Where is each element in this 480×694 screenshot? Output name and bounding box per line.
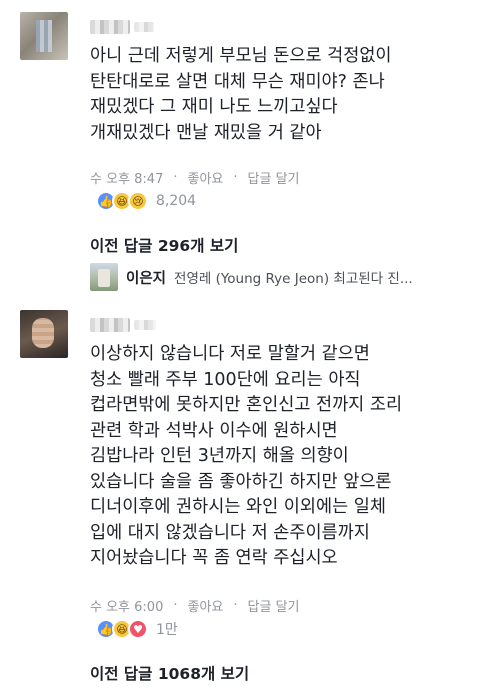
reaction-count: 1만 — [156, 622, 178, 638]
comment-line: 청소 빨래 주부 100단에 요리는 아직 — [90, 369, 361, 390]
comment-line: 김밥나라 인턴 3년까지 해올 의향이 — [90, 446, 349, 466]
separator: · — [173, 598, 178, 613]
comment-line: 있습니다 술을 좀 좋아하긴 하지만 앞으론 — [90, 471, 392, 492]
comment-line: 지어놨습니다 꼭 좀 연락 주십시오 — [90, 548, 338, 568]
comment-line: 이상하지 않습니다 저로 말할거 같으면 — [90, 344, 370, 364]
reaction-summary[interactable]: 👍 😆 ♥ 1만 — [96, 619, 178, 639]
comment-2: 이상하지 않습니다 저로 말할거 같으면 청소 빨래 주부 100단에 요리는 … — [0, 0, 480, 694]
like-link[interactable]: 좋아요 — [187, 596, 223, 615]
commenter-avatar[interactable] — [20, 310, 68, 358]
comment-line: 컵라면밖에 못하지만 혼인신고 전까지 조리 — [90, 395, 403, 415]
timestamp[interactable]: 수 오후 6:00 — [90, 596, 163, 615]
separator: · — [233, 598, 238, 613]
comment-line: 입에 대지 않겠습니다 저 손주이름까지 — [90, 522, 370, 543]
comment-meta: 수 오후 6:00 · 좋아요 · 답글 달기 — [90, 596, 300, 615]
commenter-name-redacted[interactable] — [134, 320, 156, 330]
heart-icon: ♥ — [128, 619, 148, 639]
comment-text: 이상하지 않습니다 저로 말할거 같으면 청소 빨래 주부 100단에 요리는 … — [90, 342, 402, 572]
comment-line: 디너이후에 권하시는 와인 이외에는 일체 — [90, 497, 386, 517]
comment-line: 관련 학과 석박사 이수에 원하시면 — [90, 420, 338, 441]
view-previous-replies-link[interactable]: 이전 답글 1068개 보기 — [90, 662, 249, 684]
reply-link[interactable]: 답글 달기 — [248, 596, 300, 615]
commenter-name-redacted[interactable] — [90, 318, 130, 332]
